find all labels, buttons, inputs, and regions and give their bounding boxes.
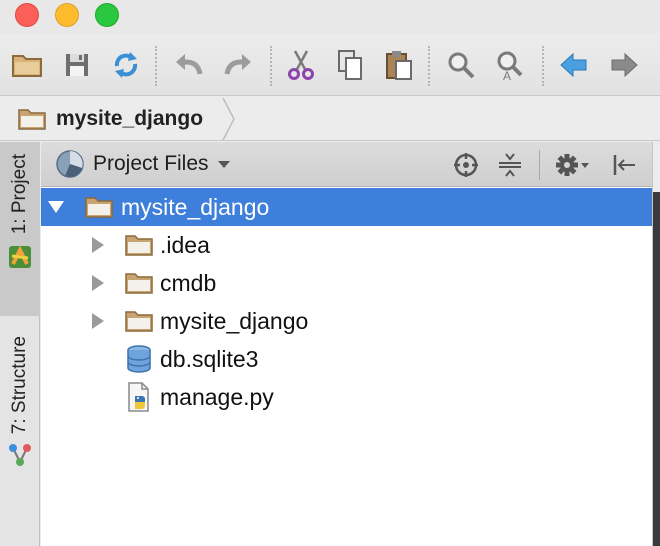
navigation-bar: mysite_django: [0, 97, 660, 141]
toolbar-separator: [270, 46, 272, 86]
sync-icon: [114, 52, 138, 78]
breadcrumb-label: mysite_django: [56, 107, 204, 130]
scroll-from-source-button[interactable]: [451, 150, 481, 180]
project-tool-window: Project Files mysite_django .idea cmdb m…: [41, 142, 652, 546]
cut-button[interactable]: [284, 48, 318, 82]
project-files-pie-icon: [56, 150, 84, 178]
hide-panel-icon: [613, 155, 635, 175]
hide-panel-button[interactable]: [609, 150, 639, 180]
window-maximize-button[interactable]: [95, 3, 119, 27]
undo-arrow-icon: [176, 54, 203, 75]
paste-button[interactable]: [382, 48, 416, 82]
paste-icon: [386, 51, 412, 80]
undo-button[interactable]: [172, 48, 206, 82]
ide-window: A mysite_django 1: Project 7: Structure: [0, 0, 660, 546]
folder-icon: [125, 231, 153, 259]
folder-icon: [125, 269, 153, 297]
tree-row-label: db.sqlite3: [160, 345, 259, 372]
settings-menu-button[interactable]: [553, 150, 593, 180]
database-icon: [125, 345, 153, 373]
collapse-all-button[interactable]: [495, 150, 525, 180]
tool-tab-project[interactable]: 1: Project: [0, 142, 40, 316]
window-close-button[interactable]: [15, 3, 39, 27]
project-panel-header: Project Files: [41, 142, 652, 187]
redo-button[interactable]: [221, 48, 255, 82]
tree-row[interactable]: manage.py: [41, 378, 652, 416]
synchronize-button[interactable]: [109, 48, 143, 82]
tree-row[interactable]: .idea: [41, 226, 652, 264]
scissors-icon: [288, 50, 314, 80]
view-mode-dropdown[interactable]: Project Files: [55, 147, 239, 181]
folder-icon: [85, 193, 113, 221]
find-button[interactable]: [444, 48, 478, 82]
magnifier-replace-icon: A: [497, 51, 523, 81]
tree-row[interactable]: db.sqlite3: [41, 340, 652, 378]
back-button[interactable]: [557, 48, 591, 82]
header-separator: [539, 150, 540, 180]
floppy-disk-icon: [66, 54, 88, 76]
redo-arrow-icon: [224, 54, 251, 75]
title-bar: [0, 0, 660, 34]
save-all-button[interactable]: [60, 48, 94, 82]
left-tool-strip: 1: Project 7: Structure: [0, 142, 40, 546]
tree-row-root[interactable]: mysite_django: [41, 188, 652, 226]
forward-button[interactable]: [607, 48, 641, 82]
tree-row-label: cmdb: [160, 269, 217, 296]
tree-row-label: mysite_django: [121, 193, 270, 220]
collapsed-triangle-icon[interactable]: [89, 312, 107, 330]
python-file-icon: [125, 382, 153, 412]
replace-button[interactable]: A: [493, 48, 527, 82]
folder-icon: [125, 307, 153, 335]
expanded-triangle-icon[interactable]: [47, 198, 65, 216]
tool-tab-structure-label: 7: Structure: [9, 336, 30, 435]
structure-icon: [9, 444, 31, 467]
project-icon: [9, 245, 31, 269]
toolbar-separator: [542, 46, 544, 86]
arrow-left-icon: [560, 52, 587, 78]
toolbar-separator: [155, 46, 157, 86]
crosshair-icon: [454, 153, 478, 177]
collapsed-triangle-icon[interactable]: [89, 274, 107, 292]
folder-icon: [12, 55, 42, 77]
gear-icon: [556, 154, 589, 176]
tool-tab-project-label: 1: Project: [9, 154, 30, 235]
tree-row-label: mysite_django: [160, 307, 309, 334]
view-mode-label: Project Files: [93, 152, 209, 175]
folder-icon: [18, 109, 46, 130]
collapse-all-icon: [499, 153, 521, 177]
main-toolbar: A: [0, 34, 660, 96]
breadcrumb[interactable]: mysite_django: [18, 105, 203, 133]
tree-row[interactable]: cmdb: [41, 264, 652, 302]
chevron-down-icon: [217, 161, 230, 168]
project-tree: mysite_django .idea cmdb mysite_django d…: [41, 188, 652, 416]
tree-row-label: manage.py: [160, 383, 274, 410]
toolbar-separator: [428, 46, 430, 86]
svg-text:A: A: [503, 69, 511, 81]
open-folder-button[interactable]: [10, 48, 44, 82]
tree-row-label: .idea: [160, 231, 210, 258]
tool-tab-structure[interactable]: 7: Structure: [0, 330, 40, 502]
arrow-right-icon: [611, 52, 638, 78]
copy-button[interactable]: [333, 48, 367, 82]
tree-row[interactable]: mysite_django: [41, 302, 652, 340]
copy-icon: [338, 50, 362, 80]
editor-edge: [653, 192, 660, 546]
collapsed-triangle-icon[interactable]: [89, 236, 107, 254]
breadcrumb-chevron-icon: [222, 97, 235, 141]
magnifier-icon: [448, 52, 475, 79]
window-minimize-button[interactable]: [55, 3, 79, 27]
